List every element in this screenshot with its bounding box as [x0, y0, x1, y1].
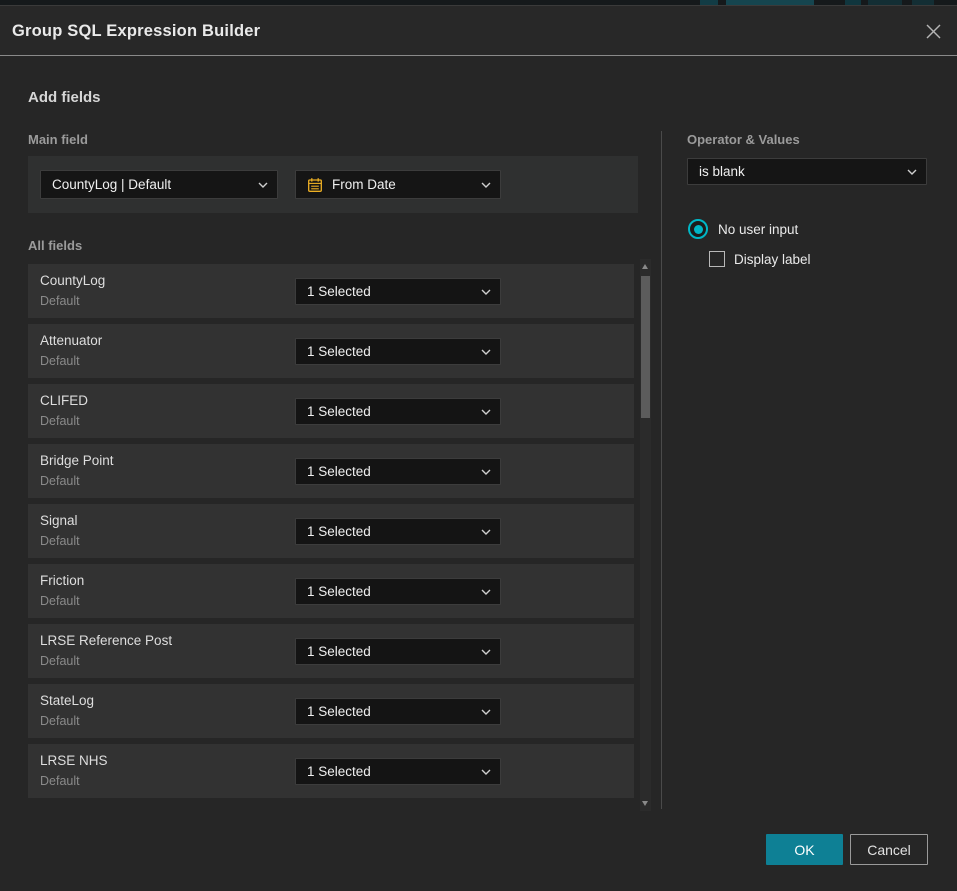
- field-subtitle: Default: [40, 714, 80, 728]
- field-selected-dropdown[interactable]: 1 Selected: [295, 638, 501, 665]
- chevron-down-icon: [481, 769, 491, 775]
- selected-count: 1 Selected: [307, 464, 371, 479]
- chevron-down-icon: [481, 469, 491, 475]
- main-field-label: Main field: [28, 132, 88, 147]
- display-label-checkbox[interactable]: Display label: [709, 251, 811, 267]
- field-selected-dropdown[interactable]: 1 Selected: [295, 278, 501, 305]
- no-user-input-radio[interactable]: No user input: [688, 219, 798, 239]
- selected-count: 1 Selected: [307, 644, 371, 659]
- scrollbar-thumb[interactable]: [641, 276, 650, 418]
- close-button[interactable]: [922, 20, 944, 42]
- field-selected-dropdown[interactable]: 1 Selected: [295, 398, 501, 425]
- scroll-down-arrow[interactable]: [642, 801, 648, 806]
- chevron-down-icon: [481, 289, 491, 295]
- field-selected-dropdown[interactable]: 1 Selected: [295, 338, 501, 365]
- field-name: Bridge Point: [40, 453, 114, 468]
- all-fields-label: All fields: [28, 238, 82, 253]
- operator-select-value: is blank: [699, 164, 745, 179]
- field-selected-dropdown[interactable]: 1 Selected: [295, 458, 501, 485]
- field-row: Signal Default 1 Selected: [28, 504, 634, 558]
- operator-select[interactable]: is blank: [687, 158, 927, 185]
- main-field-band: CountyLog | Default From Date: [28, 156, 638, 213]
- operator-values-heading: Operator & Values: [687, 132, 800, 147]
- checkbox-unchecked-icon: [709, 251, 725, 267]
- field-subtitle: Default: [40, 594, 80, 608]
- field-row: LRSE Reference Post Default 1 Selected: [28, 624, 634, 678]
- field-subtitle: Default: [40, 354, 80, 368]
- chevron-down-icon: [481, 709, 491, 715]
- field-subtitle: Default: [40, 774, 80, 788]
- no-user-input-label: No user input: [718, 222, 798, 237]
- scroll-up-arrow[interactable]: [642, 264, 648, 269]
- field-selected-dropdown[interactable]: 1 Selected: [295, 578, 501, 605]
- group-sql-expression-builder-dialog: Group SQL Expression Builder Add fields …: [0, 5, 957, 891]
- field-name: Attenuator: [40, 333, 102, 348]
- field-subtitle: Default: [40, 654, 80, 668]
- field-selected-dropdown[interactable]: 1 Selected: [295, 758, 501, 785]
- cancel-button[interactable]: Cancel: [850, 834, 928, 865]
- field-row: Friction Default 1 Selected: [28, 564, 634, 618]
- ok-button[interactable]: OK: [766, 834, 843, 865]
- chevron-down-icon: [481, 349, 491, 355]
- selected-count: 1 Selected: [307, 524, 371, 539]
- chevron-down-icon: [481, 409, 491, 415]
- field-name: Signal: [40, 513, 78, 528]
- field-name: LRSE NHS: [40, 753, 108, 768]
- chevron-down-icon: [481, 182, 491, 188]
- selected-count: 1 Selected: [307, 764, 371, 779]
- chevron-down-icon: [258, 182, 268, 188]
- field-row: Attenuator Default 1 Selected: [28, 324, 634, 378]
- panel-divider: [661, 131, 662, 809]
- field-subtitle: Default: [40, 414, 80, 428]
- chevron-down-icon: [481, 529, 491, 535]
- field-subtitle: Default: [40, 294, 80, 308]
- field-subtitle: Default: [40, 474, 80, 488]
- field-row: CLIFED Default 1 Selected: [28, 384, 634, 438]
- field-name: CountyLog: [40, 273, 105, 288]
- display-label-label: Display label: [734, 252, 811, 267]
- field-select-value: From Date: [332, 177, 396, 192]
- field-name: LRSE Reference Post: [40, 633, 172, 648]
- main-field-field-select[interactable]: From Date: [295, 170, 501, 199]
- calendar-icon: [307, 177, 323, 193]
- selected-count: 1 Selected: [307, 404, 371, 419]
- add-fields-heading: Add fields: [28, 89, 101, 106]
- layer-select-value: CountyLog | Default: [52, 177, 171, 192]
- chevron-down-icon: [481, 589, 491, 595]
- field-selected-dropdown[interactable]: 1 Selected: [295, 698, 501, 725]
- all-fields-list: CountyLog Default 1 Selected Attenuator …: [28, 264, 634, 804]
- field-selected-dropdown[interactable]: 1 Selected: [295, 518, 501, 545]
- field-name: StateLog: [40, 693, 94, 708]
- dialog-titlebar: Group SQL Expression Builder: [0, 6, 957, 56]
- field-name: CLIFED: [40, 393, 88, 408]
- dialog-title: Group SQL Expression Builder: [12, 6, 260, 56]
- selected-count: 1 Selected: [307, 284, 371, 299]
- field-subtitle: Default: [40, 534, 80, 548]
- chevron-down-icon: [907, 169, 917, 175]
- selected-count: 1 Selected: [307, 344, 371, 359]
- fields-list-scrollbar[interactable]: [640, 259, 651, 811]
- field-row: Bridge Point Default 1 Selected: [28, 444, 634, 498]
- chevron-down-icon: [481, 649, 491, 655]
- close-icon: [925, 23, 942, 40]
- field-name: Friction: [40, 573, 84, 588]
- radio-selected-icon: [688, 219, 708, 239]
- field-row: LRSE NHS Default 1 Selected: [28, 744, 634, 798]
- field-row: CountyLog Default 1 Selected: [28, 264, 634, 318]
- main-field-layer-select[interactable]: CountyLog | Default: [40, 170, 278, 199]
- selected-count: 1 Selected: [307, 584, 371, 599]
- field-row: StateLog Default 1 Selected: [28, 684, 634, 738]
- selected-count: 1 Selected: [307, 704, 371, 719]
